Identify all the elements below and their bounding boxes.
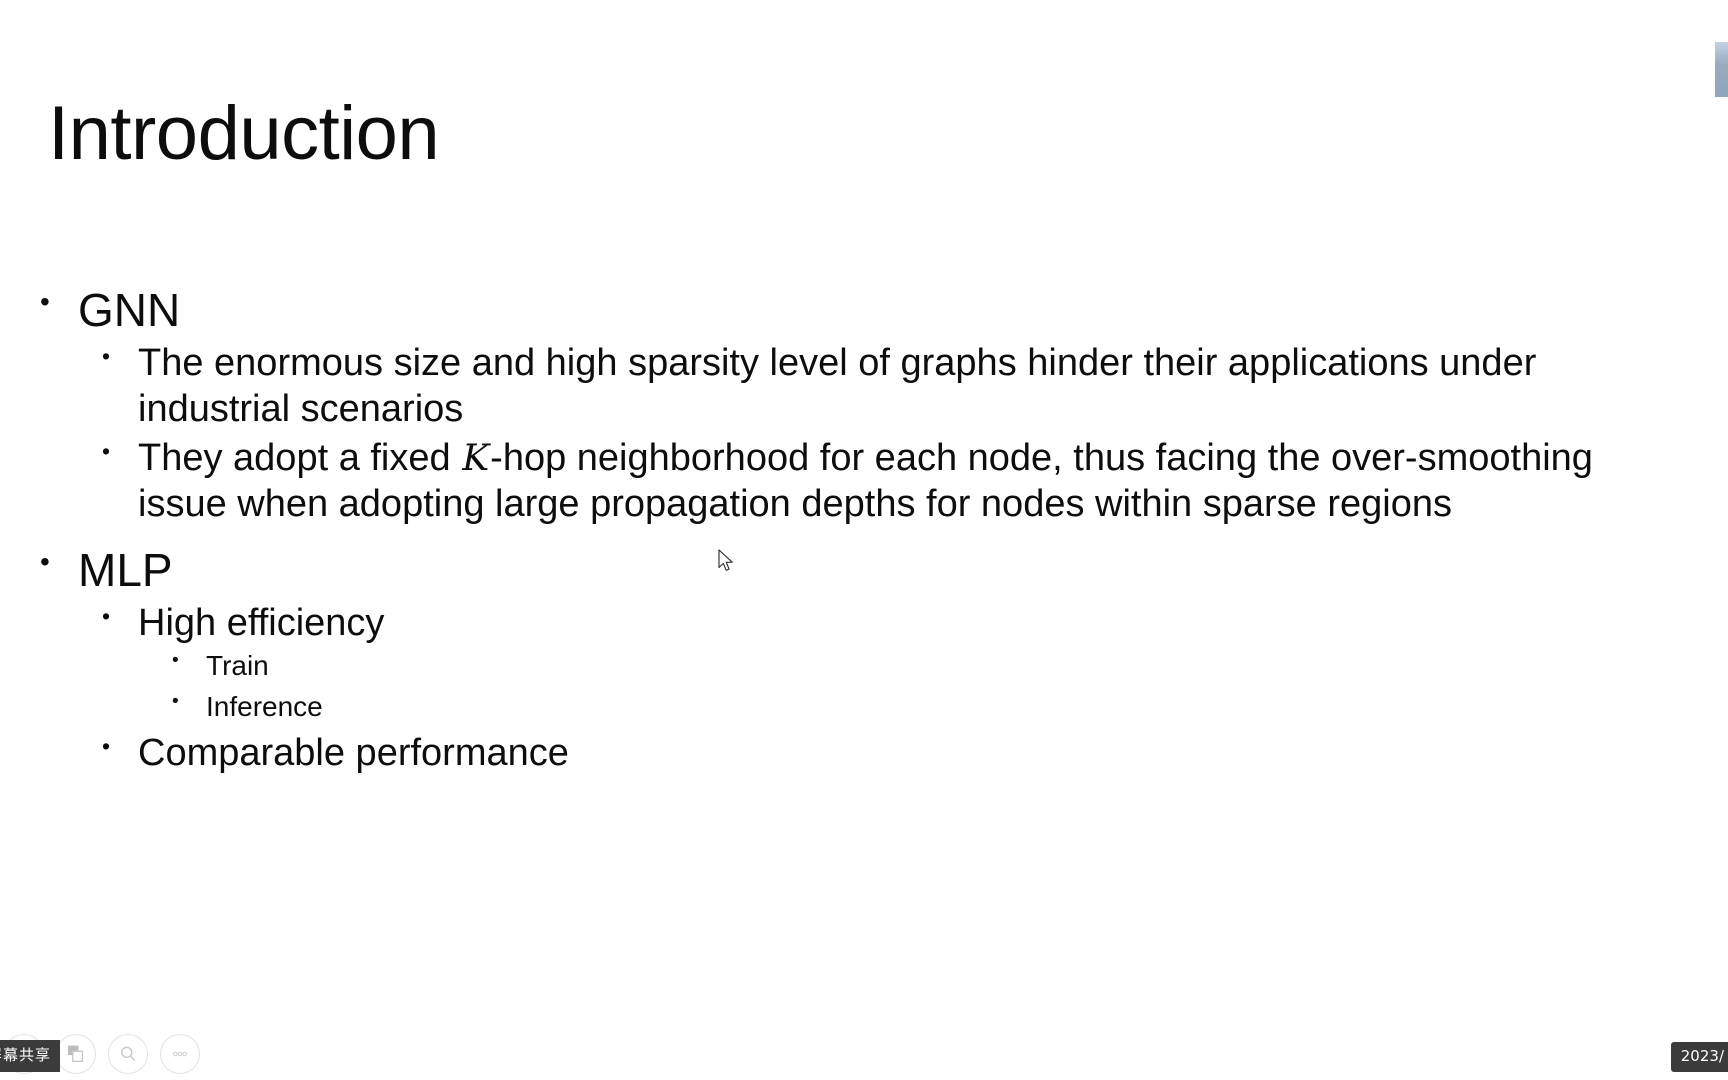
screenshot-button[interactable] — [56, 1034, 96, 1074]
bullet-label: High efficiency — [138, 601, 385, 644]
bullet-item-inference: • Inference — [172, 689, 1680, 724]
bullet-glyph-icon: • — [172, 691, 179, 713]
copy-icon — [65, 1043, 87, 1065]
bullet-label: Train — [206, 650, 269, 682]
bullet-item-comparable-performance: • Comparable performance — [102, 730, 1680, 776]
bullet-item-high-efficiency: • High efficiency — [102, 600, 1680, 646]
bullet-glyph-icon: • — [102, 343, 111, 370]
slide-canvas: Introduction • GNN • The enormous size a… — [0, 0, 1728, 1080]
ellipsis-icon — [169, 1043, 191, 1065]
magnifier-icon — [118, 1044, 138, 1064]
page-title: Introduction — [48, 91, 440, 176]
bullet-list: • GNN • The enormous size and high spars… — [40, 282, 1680, 778]
bullet-glyph-icon: • — [40, 286, 50, 317]
bullet-label: The enormous size and high sparsity leve… — [138, 342, 1537, 431]
bullet-label-prefix: They adopt a fixed — [138, 436, 462, 479]
bullet-glyph-icon: • — [102, 437, 111, 464]
screen-share-tooltip: 屏幕共享 — [0, 1040, 61, 1072]
bullet-label: GNN — [78, 284, 181, 336]
bullet-item-mlp: • MLP — [40, 542, 1680, 598]
timestamp-badge: 2023/ — [1670, 1042, 1728, 1072]
zoom-button[interactable] — [108, 1034, 148, 1074]
bullet-label: Comparable performance — [138, 732, 569, 775]
math-variable-k: K — [462, 436, 490, 479]
screen-share-toolbar: 屏幕共享 — [0, 1034, 200, 1074]
scrollbar-thumb[interactable] — [1715, 42, 1728, 97]
bullet-item-train: • Train — [172, 648, 1680, 683]
bullet-glyph-icon: • — [40, 545, 50, 577]
bullet-glyph-icon: • — [102, 733, 111, 760]
bullet-label: MLP — [78, 543, 173, 596]
bullet-item-gnn: • GNN — [40, 282, 1680, 338]
bullet-label: They adopt a fixed K-hop neighborhood fo… — [138, 435, 1618, 528]
bullet-glyph-icon: • — [102, 602, 111, 629]
bullet-label: Inference — [206, 691, 323, 723]
bullet-item-gnn-sub-1: • The enormous size and high sparsity le… — [102, 340, 1680, 433]
bullet-item-gnn-sub-2: • They adopt a fixed K-hop neighborhood … — [102, 435, 1680, 528]
bullet-glyph-icon: • — [172, 650, 179, 672]
more-options-button[interactable] — [160, 1034, 200, 1074]
